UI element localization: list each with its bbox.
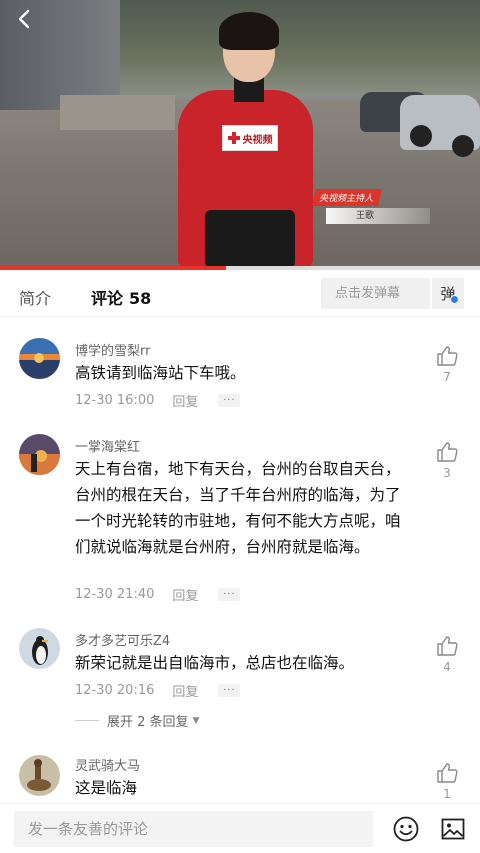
like-button[interactable]: 4 [436,636,458,674]
video-progress-fill [0,266,226,270]
more-options-icon[interactable]: ··· [218,394,241,407]
comment-text: 新荣记就是出自临海市，总店也在临海。 [75,654,355,672]
avatar[interactable] [19,434,60,475]
reply-button[interactable]: 回复 [172,391,198,410]
like-count: 3 [443,466,451,480]
like-button[interactable]: 7 [436,346,458,384]
caret-down-icon: ▼ [192,715,200,726]
comment-username[interactable]: 一掌海棠红 [75,436,140,455]
comment-username[interactable]: 灵武骑大马 [75,755,140,774]
image-icon[interactable] [441,817,465,841]
like-count: 7 [443,370,451,384]
reply-button[interactable]: 回复 [172,585,198,604]
video-player[interactable]: 央视频 央视频主持人 王歌 [0,0,480,268]
comment-text: 高铁请到临海站下车哦。 [75,364,246,382]
comment-meta: 12-30 21:40 回复 ··· [75,585,241,604]
reply-button[interactable]: 回复 [172,681,198,700]
comment-meta: 12-30 16:00 回复 ··· [75,391,241,410]
comment-time: 12-30 20:16 [75,683,155,698]
emoji-icon[interactable] [393,816,419,842]
tab-comments[interactable]: 评论 58 [91,285,151,309]
thumbs-up-icon [437,442,458,462]
tab-comments-label: 评论 [91,289,124,308]
like-button[interactable]: 1 [436,763,458,801]
thumbs-up-icon [437,763,458,783]
back-arrow-icon[interactable] [14,8,36,30]
lower-third-caption: 央视频主持人 王歌 [312,186,430,224]
more-options-icon[interactable]: ··· [218,684,241,697]
comment-time: 12-30 21:40 [75,587,155,602]
like-count: 1 [443,787,451,801]
like-button[interactable]: 3 [436,442,458,480]
avatar[interactable] [19,338,60,379]
bottom-comment-bar: 发一条友善的评论 [0,803,480,853]
video-progress-bar[interactable] [0,266,480,270]
comment-text: 天上有台宿，地下有天台，台州的台取自天台，台州的根在天台，当了千年台州府的临海，… [75,460,401,556]
video-detail-page: 央视频 央视频主持人 王歌 简介 评论 58 点击发弹幕 弹 博学的雪梨rr 高铁… [0,0,480,853]
avatar[interactable] [19,628,60,669]
expand-replies-label: 展开 2 条回复 [107,715,189,730]
comment-username[interactable]: 多才多艺可乐Z4 [75,630,170,649]
microphone-logo: 央视频 [222,125,278,151]
comment-input[interactable]: 发一条友善的评论 [14,811,373,847]
comment-time: 12-30 16:00 [75,393,155,408]
danmaku-input[interactable]: 点击发弹幕 [321,278,430,309]
expand-replies-button[interactable]: 展开 2 条回复 ▼ [75,711,199,730]
thumbs-up-icon [437,346,458,366]
tab-intro[interactable]: 简介 [19,285,51,309]
like-count: 4 [443,660,451,674]
comments-count: 58 [129,289,152,308]
cctv-video-logo-icon [227,132,240,144]
comment-username[interactable]: 博学的雪梨rr [75,340,150,359]
avatar[interactable] [19,755,60,796]
thumbs-up-icon [437,636,458,656]
danmaku-on-badge [450,295,459,304]
more-options-icon[interactable]: ··· [218,588,241,601]
comment-text: 这是临海 [75,779,138,797]
comment-meta: 12-30 20:16 回复 ··· [75,681,241,700]
danmaku-toggle-button[interactable]: 弹 [432,278,464,309]
